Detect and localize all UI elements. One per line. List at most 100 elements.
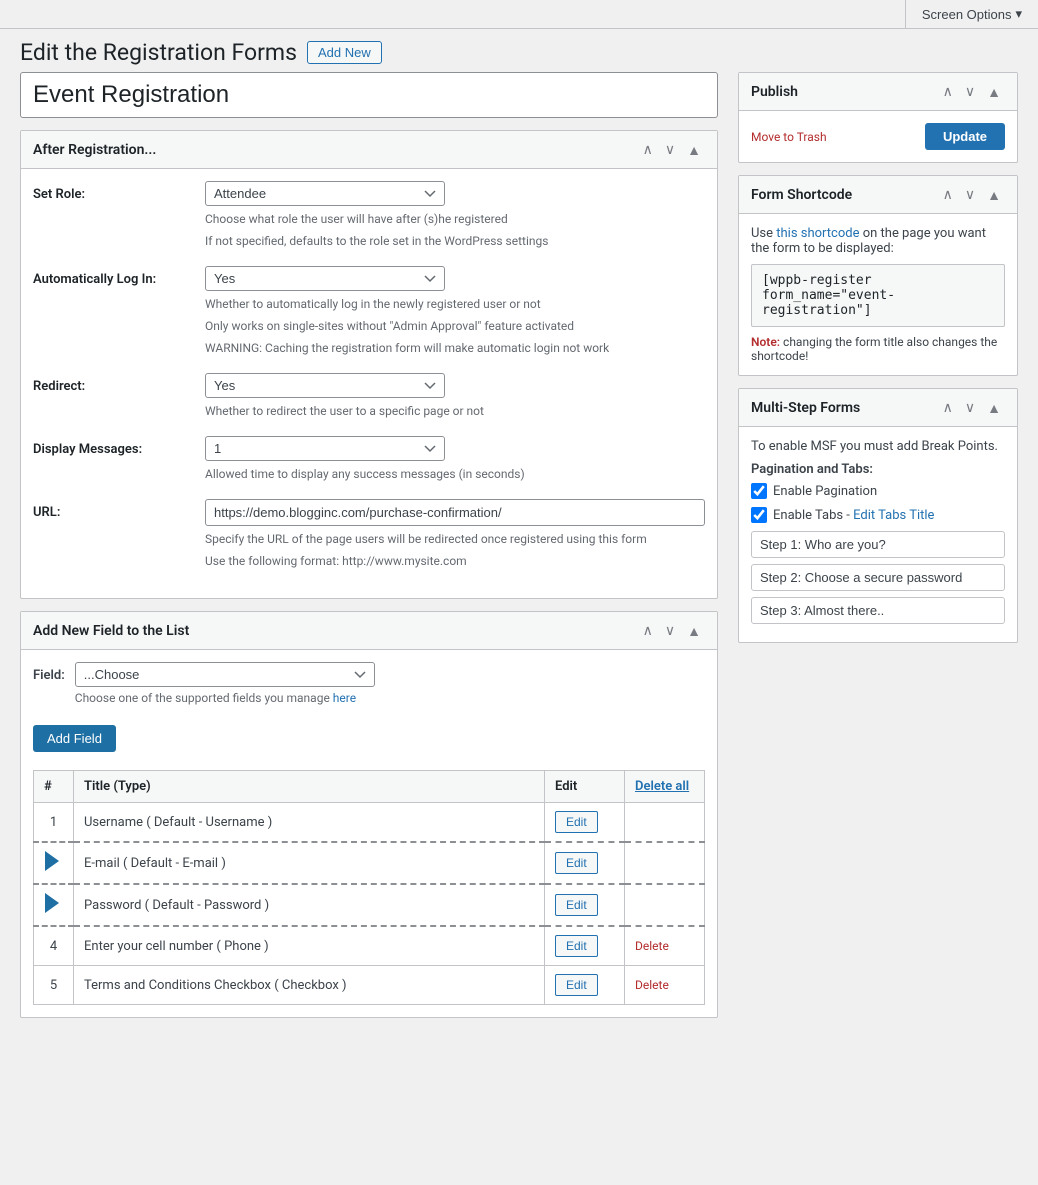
edit-button[interactable]: Edit bbox=[555, 811, 598, 833]
display-messages-select[interactable]: 1 2 3 5 bbox=[205, 436, 445, 461]
auto-login-row: Automatically Log In: Yes No Whether to … bbox=[33, 266, 705, 357]
multi-step-box: Multi-Step Forms ∧ ∨ ▲ To enable MSF you… bbox=[738, 388, 1018, 643]
table-row: E-mail ( Default - E-mail )Edit bbox=[34, 842, 705, 884]
shortcode-collapse-up[interactable]: ∧ bbox=[939, 184, 957, 205]
step-input-1[interactable] bbox=[751, 531, 1005, 558]
redirect-select[interactable]: Yes No bbox=[205, 373, 445, 398]
after-registration-body: Set Role: Attendee Subscriber Editor Adm… bbox=[21, 169, 717, 598]
publish-collapse-down[interactable]: ∨ bbox=[961, 81, 979, 102]
url-desc1: Specify the URL of the page users will b… bbox=[205, 530, 705, 548]
auto-login-content: Yes No Whether to automatically log in t… bbox=[205, 266, 705, 357]
delete-link[interactable]: Delete bbox=[635, 978, 669, 992]
auto-login-desc2: Only works on single-sites without "Admi… bbox=[205, 317, 705, 335]
multi-step-close[interactable]: ▲ bbox=[983, 397, 1005, 418]
enable-pagination-label: Enable Pagination bbox=[773, 484, 877, 499]
fields-table: # Title (Type) Edit Delete all 1Username… bbox=[33, 770, 705, 1005]
publish-header: Publish ∧ ∨ ▲ bbox=[739, 73, 1017, 111]
publish-close[interactable]: ▲ bbox=[983, 81, 1005, 102]
after-registration-title: After Registration... bbox=[33, 142, 639, 158]
step-input-3[interactable] bbox=[751, 597, 1005, 624]
move-to-trash-link[interactable]: Move to Trash bbox=[751, 130, 827, 144]
pagination-label: Pagination and Tabs: bbox=[751, 462, 1005, 477]
shortcode-close[interactable]: ▲ bbox=[983, 184, 1005, 205]
shortcode-desc: Use this shortcode on the page you want … bbox=[751, 226, 1005, 256]
shortcode-controls: ∧ ∨ ▲ bbox=[939, 184, 1005, 205]
set-role-desc2: If not specified, defaults to the role s… bbox=[205, 232, 705, 250]
add-field-close[interactable]: ▲ bbox=[683, 620, 705, 641]
auto-login-select[interactable]: Yes No bbox=[205, 266, 445, 291]
multi-step-collapse-up[interactable]: ∧ bbox=[939, 397, 957, 418]
shortcode-header: Form Shortcode ∧ ∨ ▲ bbox=[739, 176, 1017, 214]
auto-login-desc1: Whether to automatically log in the newl… bbox=[205, 295, 705, 313]
close-button[interactable]: ▲ bbox=[683, 139, 705, 160]
table-row: 4Enter your cell number ( Phone )EditDel… bbox=[34, 926, 705, 966]
fields-table-body: 1Username ( Default - Username )EditE-ma… bbox=[34, 803, 705, 1005]
add-field-collapse-down[interactable]: ∨ bbox=[661, 620, 679, 641]
enable-pagination-checkbox[interactable] bbox=[751, 483, 767, 499]
edit-button[interactable]: Edit bbox=[555, 852, 598, 874]
url-input[interactable] bbox=[205, 499, 705, 526]
add-field-row: Field: ...Choose Choose one of the suppo… bbox=[33, 662, 705, 705]
add-new-field-body: Field: ...Choose Choose one of the suppo… bbox=[21, 650, 717, 1017]
form-title-input[interactable] bbox=[20, 72, 718, 118]
redirect-content: Yes No Whether to redirect the user to a… bbox=[205, 373, 705, 420]
table-row: Password ( Default - Password ) Edit bbox=[34, 884, 705, 926]
msf-desc: To enable MSF you must add Break Points. bbox=[751, 439, 1005, 454]
edit-tabs-title-link[interactable]: Edit Tabs Title bbox=[853, 508, 934, 523]
step-input-2[interactable] bbox=[751, 564, 1005, 591]
col-edit-header: Edit bbox=[545, 771, 625, 803]
display-messages-content: 1 2 3 5 Allowed time to display any succ… bbox=[205, 436, 705, 483]
shortcode-collapse-down[interactable]: ∨ bbox=[961, 184, 979, 205]
choose-fields-link[interactable]: here bbox=[333, 691, 356, 705]
sidebar: Publish ∧ ∨ ▲ Move to Trash Update Form … bbox=[738, 72, 1018, 1030]
enable-tabs-checkbox[interactable] bbox=[751, 507, 767, 523]
set-role-row: Set Role: Attendee Subscriber Editor Adm… bbox=[33, 181, 705, 250]
url-label: URL: bbox=[33, 499, 193, 520]
shortcode-body: Use this shortcode on the page you want … bbox=[739, 214, 1017, 375]
multi-step-collapse-down[interactable]: ∨ bbox=[961, 397, 979, 418]
row-edit-cell: Edit bbox=[545, 803, 625, 843]
edit-button[interactable]: Edit bbox=[555, 894, 598, 916]
add-new-field-box: Add New Field to the List ∧ ∨ ▲ Field: .… bbox=[20, 611, 718, 1018]
collapse-up-button[interactable]: ∧ bbox=[639, 139, 657, 160]
add-field-button[interactable]: Add Field bbox=[33, 725, 116, 752]
set-role-desc1: Choose what role the user will have afte… bbox=[205, 210, 705, 228]
step-inputs bbox=[751, 531, 1005, 630]
field-choose-label: Field: bbox=[33, 662, 65, 683]
auto-login-label: Automatically Log In: bbox=[33, 266, 193, 287]
url-row: URL: Specify the URL of the page users w… bbox=[33, 499, 705, 570]
add-field-postbox-controls: ∧ ∨ ▲ bbox=[639, 620, 705, 641]
screen-options-button[interactable]: Screen Options ▾ bbox=[905, 0, 1038, 28]
row-delete-cell bbox=[625, 803, 705, 843]
field-choose-desc: Choose one of the supported fields you m… bbox=[75, 691, 375, 705]
auto-login-desc3: WARNING: Caching the registration form w… bbox=[205, 339, 705, 357]
add-new-button[interactable]: Add New bbox=[307, 41, 382, 64]
col-delete-header[interactable]: Delete all bbox=[625, 771, 705, 803]
set-role-content: Attendee Subscriber Editor Administrator… bbox=[205, 181, 705, 250]
row-title: Username ( Default - Username ) bbox=[74, 803, 545, 843]
triangle-marker-icon bbox=[45, 893, 59, 913]
shortcode-value[interactable]: [wppb-register form_name="event-registra… bbox=[751, 264, 1005, 327]
field-choose-select[interactable]: ...Choose bbox=[75, 662, 375, 687]
row-num: 4 bbox=[34, 926, 74, 966]
edit-button[interactable]: Edit bbox=[555, 974, 598, 996]
collapse-down-button[interactable]: ∨ bbox=[661, 139, 679, 160]
publish-collapse-up[interactable]: ∧ bbox=[939, 81, 957, 102]
add-field-collapse-up[interactable]: ∧ bbox=[639, 620, 657, 641]
shortcode-link[interactable]: this shortcode bbox=[776, 226, 859, 241]
multi-step-controls: ∧ ∨ ▲ bbox=[939, 397, 1005, 418]
after-registration-header: After Registration... ∧ ∨ ▲ bbox=[21, 131, 717, 169]
edit-button[interactable]: Edit bbox=[555, 935, 598, 957]
row-title: Password ( Default - Password ) bbox=[74, 884, 545, 926]
update-button[interactable]: Update bbox=[925, 123, 1005, 150]
shortcode-title: Form Shortcode bbox=[751, 187, 939, 203]
delete-link[interactable]: Delete bbox=[635, 939, 669, 953]
table-row: 1Username ( Default - Username )Edit bbox=[34, 803, 705, 843]
set-role-select[interactable]: Attendee Subscriber Editor Administrator bbox=[205, 181, 445, 206]
screen-options-chevron-icon: ▾ bbox=[1015, 6, 1022, 22]
add-new-field-header: Add New Field to the List ∧ ∨ ▲ bbox=[21, 612, 717, 650]
page-title: Edit the Registration Forms bbox=[20, 39, 297, 66]
row-delete-cell bbox=[625, 884, 705, 926]
postbox-controls: ∧ ∨ ▲ bbox=[639, 139, 705, 160]
add-new-field-title: Add New Field to the List bbox=[33, 623, 639, 639]
